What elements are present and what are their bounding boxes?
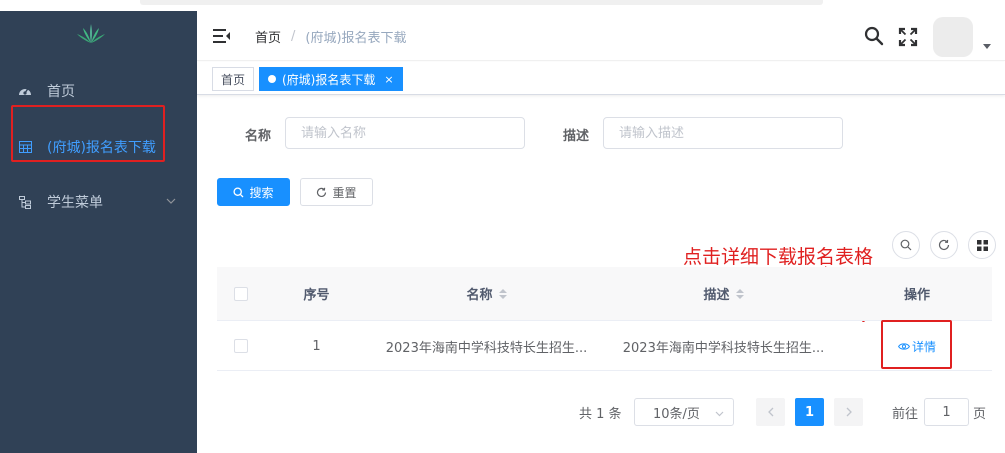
table-header: 序号 名称 描述 操作 bbox=[217, 267, 992, 321]
page-size-value: 10条/页 bbox=[653, 406, 700, 422]
select-all-cell bbox=[217, 267, 265, 320]
goto-page-input[interactable]: 1 bbox=[924, 398, 969, 426]
header-desc-label: 描述 bbox=[703, 288, 730, 303]
refresh-icon bbox=[317, 187, 327, 197]
grid-icon bbox=[976, 239, 988, 251]
tag-home[interactable]: 首页 bbox=[212, 67, 255, 91]
page-size-select[interactable]: 10条/页 bbox=[634, 398, 734, 426]
search-icon bbox=[900, 239, 912, 251]
top-bar bbox=[140, 0, 823, 5]
toggle-search-button[interactable] bbox=[892, 231, 920, 259]
header-desc[interactable]: 描述 bbox=[605, 267, 842, 320]
navbar: 首页 / (府城)报名表下载 bbox=[197, 11, 1005, 61]
top-strip bbox=[0, 0, 1005, 11]
breadcrumb-current: (府城)报名表下载 bbox=[305, 31, 407, 46]
name-input[interactable] bbox=[285, 117, 525, 149]
sidebar-item-student-menu[interactable]: 学生菜单 bbox=[0, 176, 197, 228]
breadcrumb: 首页 / (府城)报名表下载 bbox=[255, 27, 407, 46]
row-checkbox[interactable] bbox=[234, 339, 248, 353]
select-all-checkbox[interactable] bbox=[234, 286, 248, 301]
close-icon[interactable]: × bbox=[384, 73, 393, 86]
annotation-highlight-menu bbox=[11, 105, 165, 162]
caret-down-icon[interactable] bbox=[983, 44, 991, 49]
sidebar-item-label: 首页 bbox=[47, 84, 75, 100]
pagination-total: 共 1 条 bbox=[579, 407, 622, 422]
header-name[interactable]: 名称 bbox=[368, 267, 605, 320]
sidebar: 首页 (府城)报名表下载 学生菜单 bbox=[0, 11, 197, 453]
header-name-label: 名称 bbox=[466, 288, 493, 303]
next-page-button[interactable] bbox=[834, 398, 863, 426]
chevron-down-icon bbox=[166, 198, 176, 204]
columns-button[interactable] bbox=[968, 231, 996, 259]
search-button[interactable]: 搜索 bbox=[217, 178, 290, 206]
tag-label: (府城)报名表下载 bbox=[282, 72, 376, 87]
chevron-right-icon bbox=[846, 407, 852, 417]
page-suffix: 页 bbox=[973, 407, 987, 422]
tags-view: 首页 (府城)报名表下载 × bbox=[197, 62, 1005, 95]
tag-current[interactable]: (府城)报名表下载 × bbox=[259, 67, 403, 91]
select-cell bbox=[217, 322, 265, 370]
tree-icon bbox=[18, 195, 32, 209]
goto-label: 前往 bbox=[892, 407, 919, 422]
breadcrumb-separator: / bbox=[291, 29, 296, 44]
prev-page-button[interactable] bbox=[756, 398, 785, 426]
dot-icon bbox=[268, 75, 276, 83]
reset-button-label: 重置 bbox=[332, 185, 357, 200]
breadcrumb-home[interactable]: 首页 bbox=[255, 27, 281, 46]
dashboard-icon bbox=[18, 84, 32, 98]
cell-index: 1 bbox=[312, 338, 321, 354]
sort-icon[interactable] bbox=[498, 288, 507, 299]
cell-name: 2023年海南中学科技特长生招生... bbox=[385, 340, 588, 356]
avatar[interactable] bbox=[933, 17, 973, 57]
sort-icon[interactable] bbox=[735, 288, 744, 299]
fullscreen-icon[interactable] bbox=[898, 27, 918, 47]
reset-button[interactable]: 重置 bbox=[300, 178, 373, 206]
annotation-highlight-detail bbox=[881, 320, 952, 369]
header-index: 序号 bbox=[303, 288, 330, 303]
refresh-button[interactable] bbox=[930, 231, 958, 259]
header-action: 操作 bbox=[903, 288, 930, 303]
page-number-1[interactable]: 1 bbox=[795, 398, 824, 426]
sidebar-item-label: 学生菜单 bbox=[47, 195, 103, 211]
logo-icon bbox=[77, 24, 105, 43]
chevron-down-icon bbox=[715, 411, 724, 417]
tag-label: 首页 bbox=[221, 72, 246, 87]
hamburger-icon[interactable] bbox=[213, 28, 231, 44]
name-label: 名称 bbox=[245, 129, 272, 144]
table-row: 1 2023年海南中学科技特长生招生... 2023年海南中学科技特长生招生..… bbox=[217, 322, 992, 371]
cell-desc: 2023年海南中学科技特长生招生... bbox=[622, 340, 825, 356]
search-icon[interactable] bbox=[864, 26, 884, 46]
desc-label: 描述 bbox=[563, 129, 590, 144]
refresh-icon bbox=[938, 239, 950, 251]
desc-input[interactable] bbox=[603, 117, 843, 149]
search-button-label: 搜索 bbox=[249, 185, 274, 200]
chevron-left-icon bbox=[767, 407, 773, 417]
search-icon bbox=[233, 186, 244, 197]
